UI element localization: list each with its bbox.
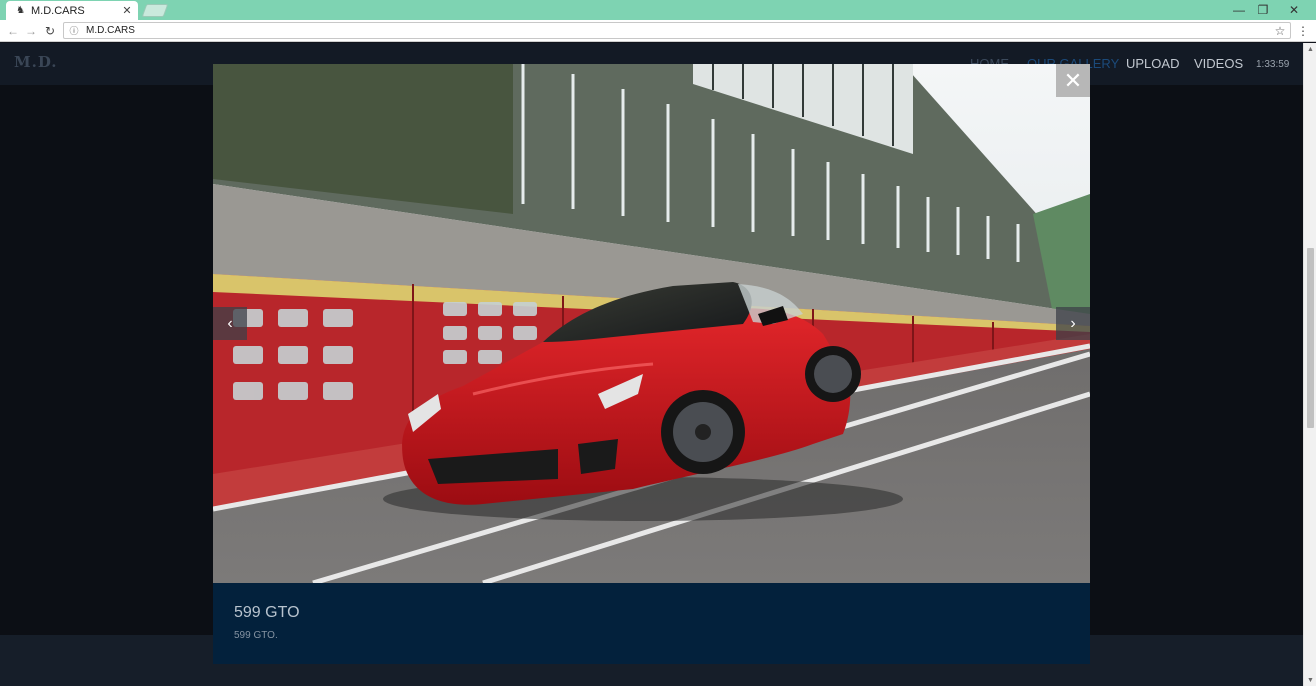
car-photo — [213, 64, 1090, 583]
page-scrollbar[interactable]: ▲ ▼ — [1303, 43, 1316, 686]
browser-menu-icon[interactable]: ⋮ — [1296, 22, 1310, 40]
browser-toolbar: ← → ↻ ⓘ M.D.CARS ☆ ⋮ — [0, 20, 1316, 42]
next-arrow-icon[interactable]: › — [1056, 307, 1090, 340]
caption-description: 599 GTO. — [234, 630, 278, 641]
scrollbar-thumb[interactable] — [1307, 248, 1314, 428]
info-icon[interactable]: ⓘ — [64, 24, 84, 37]
scroll-down-icon[interactable]: ▼ — [1304, 674, 1316, 686]
back-arrow-icon[interactable]: ← — [4, 22, 22, 40]
nav-videos[interactable]: VIDEOS — [1194, 56, 1243, 71]
tab-title: M.D.CARS — [30, 4, 85, 17]
close-icon[interactable]: ✕ — [1056, 64, 1090, 97]
browser-titlebar: ♞ M.D.CARS ✕ — ❐ ✕ — [0, 0, 1316, 20]
prev-arrow-icon[interactable]: ‹ — [213, 307, 247, 340]
url-text: M.D.CARS — [86, 25, 135, 36]
new-tab-button[interactable] — [141, 4, 169, 17]
browser-tab[interactable]: ♞ M.D.CARS ✕ — [6, 1, 138, 20]
clock: 1:33:59 — [1256, 59, 1290, 70]
restore-button[interactable]: ❐ — [1251, 0, 1275, 20]
scroll-up-icon[interactable]: ▲ — [1304, 43, 1316, 55]
image-lightbox: ✕ ‹ › 599 GTO 599 GTO. — [213, 64, 1090, 664]
nav-upload[interactable]: UPLOAD — [1126, 56, 1179, 71]
bookmark-star-icon[interactable]: ☆ — [1270, 24, 1290, 38]
tab-close-icon[interactable]: ✕ — [120, 4, 134, 17]
close-window-button[interactable]: ✕ — [1282, 0, 1306, 20]
reload-icon[interactable]: ↻ — [41, 22, 59, 40]
horse-icon: ♞ — [16, 5, 25, 16]
address-bar[interactable]: ⓘ M.D.CARS ☆ — [63, 22, 1291, 39]
minimize-button[interactable]: — — [1227, 0, 1251, 20]
site-logo[interactable]: M.D. — [14, 53, 58, 71]
caption-title: 599 GTO — [234, 604, 300, 621]
forward-arrow-icon[interactable]: → — [22, 22, 40, 40]
